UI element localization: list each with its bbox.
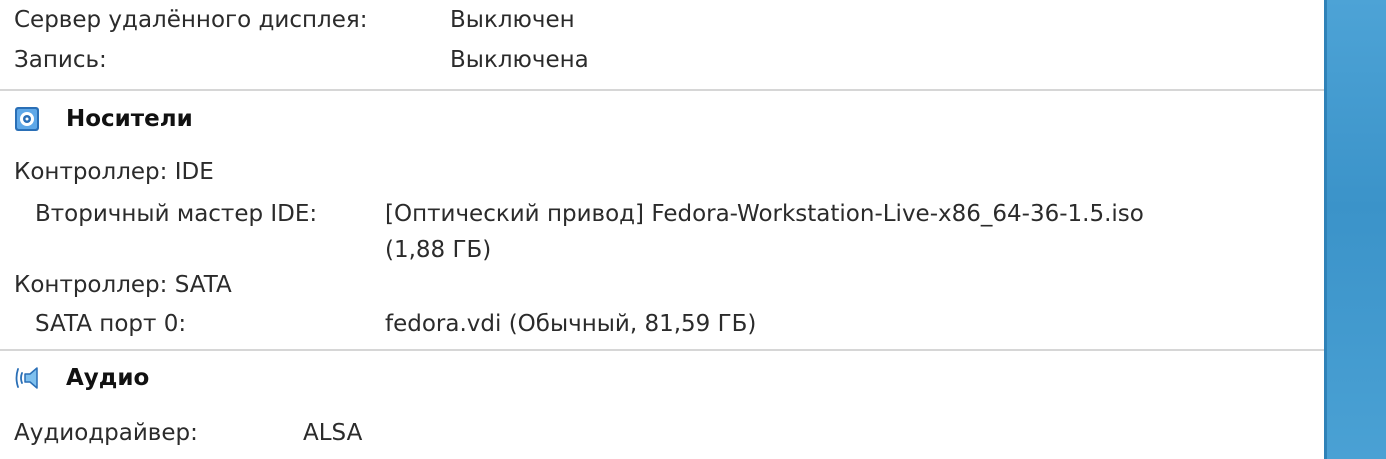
background-desktop-strip [1324,0,1386,459]
storage-disk-icon [15,107,39,131]
audio-driver-label: Аудиодрайвер: [14,420,198,446]
recording-value: Выключена [450,47,589,73]
ide-secondary-master-label: Вторичный мастер IDE: [35,201,318,227]
section-separator [0,349,1324,351]
audio-section-title: Аудио [66,365,150,391]
vm-details-panel: Сервер удалённого дисплея: Выключен Запи… [0,0,1324,459]
remote-display-label: Сервер удалённого дисплея: [14,7,368,33]
recording-label: Запись: [14,47,107,73]
speaker-icon [15,367,38,389]
ide-secondary-master-size: (1,88 ГБ) [385,237,492,263]
section-separator [0,89,1324,91]
audio-driver-value: ALSA [303,420,363,446]
window-edge [1324,0,1327,459]
ide-controller-label: Контроллер: IDE [14,159,214,185]
ide-secondary-master-value[interactable]: [Оптический привод] Fedora-Workstation-L… [385,199,1144,229]
sata-port-0-label: SATA порт 0: [35,311,187,337]
sata-controller-label: Контроллер: SATA [14,272,232,298]
storage-section-title: Носители [66,106,193,132]
remote-display-value: Выключен [450,7,575,33]
sata-port-0-value[interactable]: fedora.vdi (Обычный, 81,59 ГБ) [385,309,756,339]
